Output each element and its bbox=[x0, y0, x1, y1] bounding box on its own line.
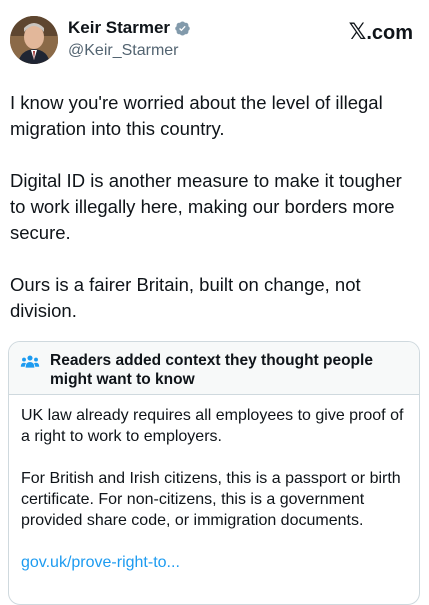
tweet-body: I know you're worried about the level of… bbox=[10, 90, 410, 350]
community-note-body: UK law already requires all employees to… bbox=[9, 395, 419, 573]
community-people-icon bbox=[20, 355, 40, 368]
tweet-paragraph: Ours is a fairer Britain, built on chang… bbox=[10, 274, 361, 321]
community-note-paragraph: For British and Irish citizens, this is … bbox=[21, 470, 401, 529]
community-note-header: Readers added context they thought peopl… bbox=[9, 342, 419, 395]
community-note-paragraph: UK law already requires all employees to… bbox=[21, 407, 404, 445]
x-logo-icon: 𝕏 bbox=[348, 20, 367, 45]
avatar[interactable] bbox=[10, 16, 58, 64]
author-name[interactable]: Keir Starmer bbox=[68, 18, 191, 38]
x-brand-logo: 𝕏.com bbox=[349, 20, 413, 45]
community-note-source-link[interactable]: gov.uk/prove-right-to... bbox=[21, 554, 180, 571]
verified-badge-icon bbox=[175, 21, 190, 35]
brand-suffix: .com bbox=[366, 22, 413, 44]
author-block[interactable]: Keir Starmer @Keir_Starmer bbox=[68, 18, 191, 62]
community-note[interactable]: Readers added context they thought peopl… bbox=[8, 341, 420, 605]
community-note-title: Readers added context they thought peopl… bbox=[50, 352, 373, 388]
display-name-text: Keir Starmer bbox=[68, 18, 171, 37]
author-handle[interactable]: @Keir_Starmer bbox=[68, 40, 191, 62]
profile-photo bbox=[10, 16, 58, 64]
tweet-paragraph: Digital ID is another measure to make it… bbox=[10, 170, 402, 243]
tweet-paragraph: I know you're worried about the level of… bbox=[10, 92, 383, 139]
tweet-header: Keir Starmer @Keir_Starmer 𝕏.com bbox=[10, 12, 419, 68]
